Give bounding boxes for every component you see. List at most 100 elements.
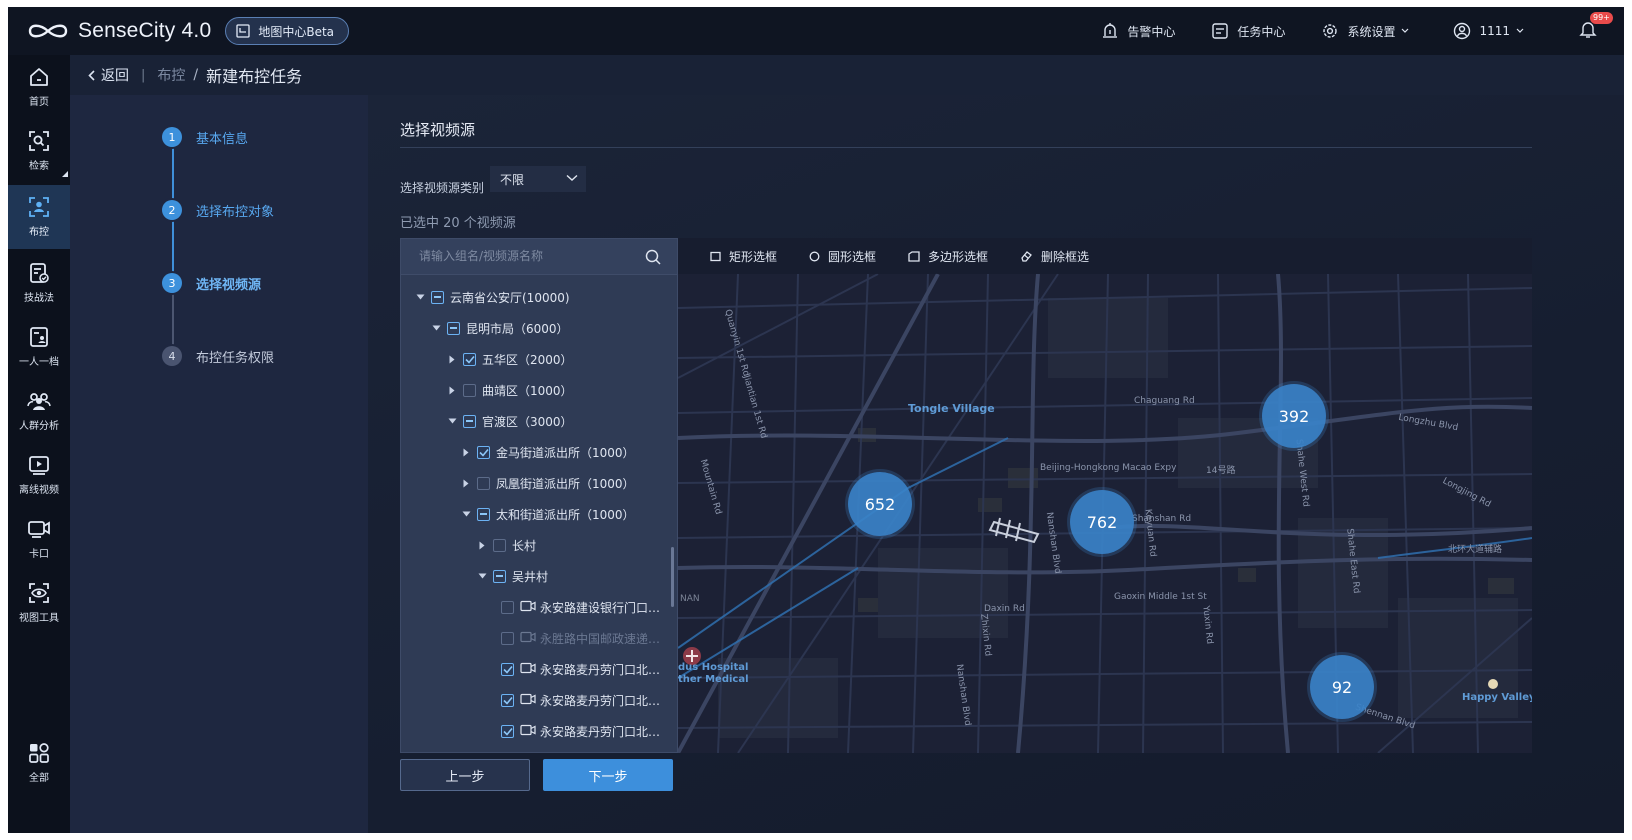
tree-node[interactable]: 吴井村 — [477, 564, 548, 588]
tree-checkbox[interactable] — [493, 538, 506, 552]
map-label: NAN — [680, 594, 700, 604]
tree-node[interactable]: 太和街道派出所（1000） — [461, 502, 635, 526]
offline-video-icon — [29, 456, 49, 475]
tree-checkbox[interactable] — [493, 569, 506, 583]
nav-item-home[interactable]: 首页 — [8, 57, 70, 117]
step-select-video-source[interactable]: 3 选择视频源 — [162, 273, 261, 293]
tree-node-label: 太和街道派出所（1000） — [496, 507, 635, 522]
expand-corner-icon — [62, 171, 68, 177]
tree-node-label: 永安路麦丹劳门口北… — [540, 662, 661, 677]
polygon-select-tool[interactable]: 多边形选框 — [908, 248, 988, 265]
tree-checkbox[interactable] — [431, 290, 444, 304]
tree-checkbox[interactable] — [463, 352, 476, 366]
map-label: dus Hospital — [678, 662, 749, 673]
nav-item-profile[interactable]: 一人一档 — [8, 317, 70, 377]
tree-node-label: 永安路麦丹劳门口北… — [540, 693, 661, 708]
tree-search-input[interactable] — [419, 239, 639, 273]
tree-checkbox[interactable] — [501, 631, 514, 645]
nav-label: 离线视频 — [19, 485, 59, 496]
caret-right-icon[interactable] — [477, 541, 487, 550]
caret-down-icon[interactable] — [415, 294, 425, 300]
tree-node[interactable]: 官渡区（3000） — [447, 409, 573, 433]
caret-down-icon[interactable] — [477, 573, 487, 579]
caret-down-icon[interactable] — [447, 418, 457, 424]
step-label: 基本信息 — [196, 131, 249, 147]
breadcrumb-parent[interactable]: 布控 — [157, 65, 185, 85]
tree-checkbox[interactable] — [477, 507, 490, 521]
tree-checkbox[interactable] — [463, 383, 476, 397]
tree-node[interactable]: 凤凰街道派出所（1000） — [461, 471, 635, 495]
next-step-button[interactable]: 下一步 — [543, 759, 673, 791]
caret-right-icon[interactable] — [447, 355, 457, 364]
camera-cluster-marker[interactable]: 392 — [1262, 384, 1326, 448]
tree-node[interactable]: 永安路建设银行门口… — [501, 595, 660, 619]
prev-step-button[interactable]: 上一步 — [400, 759, 530, 791]
tree-node-label: 吴井村 — [512, 569, 549, 584]
caret-down-icon[interactable] — [461, 511, 471, 517]
video-source-type-select[interactable]: 不限 — [490, 166, 586, 192]
nav-item-search[interactable]: 检索 — [8, 121, 70, 181]
tree-node[interactable]: 永安路麦丹劳门口北… — [501, 657, 660, 681]
tree-node[interactable]: 曲靖区（1000） — [447, 378, 573, 402]
caret-right-icon[interactable] — [461, 479, 471, 488]
circle-select-tool[interactable]: 圆形选框 — [809, 248, 876, 265]
tree-checkbox[interactable] — [501, 600, 514, 614]
nav-item-checkpoint[interactable]: 卡口 — [8, 509, 70, 569]
caret-down-icon[interactable] — [431, 325, 441, 331]
tree-checkbox[interactable] — [501, 724, 514, 738]
app-window: SenseCity 4.0 地图中心Beta 告警中心 任务中心 系统设置 11… — [8, 7, 1624, 833]
caret-right-icon[interactable] — [447, 386, 457, 395]
selected-count-text: 已选中 20 个视频源 — [400, 216, 516, 231]
nav-item-view-tool[interactable]: 视图工具 — [8, 573, 70, 633]
tree-node[interactable]: 金马街道派出所（1000） — [461, 440, 635, 464]
tree-checkbox[interactable] — [501, 693, 514, 707]
tree-search-bar — [401, 239, 677, 275]
tree-node[interactable]: 云南省公安厅(10000) — [415, 285, 570, 309]
alarm-center-button[interactable]: 告警中心 — [1101, 22, 1175, 40]
view-tool-icon — [29, 583, 49, 603]
tree-checkbox[interactable] — [477, 476, 490, 490]
tree-node[interactable]: 长村 — [477, 533, 536, 557]
tree-checkbox[interactable] — [463, 414, 476, 428]
map-view[interactable]: Tongle Village Chaguang Rd Beijing-Hongk… — [678, 238, 1532, 753]
nav-item-monitor[interactable]: 布控 — [8, 185, 70, 249]
step-select-target[interactable]: 2 选择布控对象 — [162, 200, 274, 220]
tree-checkbox[interactable] — [447, 321, 460, 335]
system-settings-menu[interactable]: 系统设置 — [1321, 22, 1417, 40]
user-menu[interactable]: 1111 — [1453, 22, 1532, 40]
nav-item-crowd-analysis[interactable]: 人群分析 — [8, 381, 70, 441]
back-label: 返回 — [101, 68, 129, 84]
nav-item-all[interactable]: 全部 — [8, 733, 70, 793]
back-link[interactable]: 返回 — [88, 65, 129, 85]
circle-icon — [809, 251, 820, 261]
tree-node[interactable]: 永安路麦丹劳门口北… — [501, 719, 660, 743]
notification-button[interactable]: 99+ — [1578, 12, 1613, 43]
tree-checkbox[interactable] — [477, 445, 490, 459]
camera-cluster-marker[interactable]: 652 — [848, 472, 912, 536]
map-label: 14号路 — [1206, 466, 1236, 476]
step-number: 3 — [162, 273, 182, 293]
nav-label: 视图工具 — [19, 613, 59, 624]
camera-cluster-marker[interactable]: 762 — [1070, 490, 1134, 554]
map-center-beta-button[interactable]: 地图中心Beta — [225, 17, 350, 45]
nav-item-tactics[interactable]: 技战法 — [8, 253, 70, 313]
map-selection-toolbar: 矩形选框 圆形选框 多边形选框 删除框选 — [678, 238, 1532, 274]
tree-node[interactable]: 永安路麦丹劳门口北… — [501, 688, 660, 712]
rect-select-tool[interactable]: 矩形选框 — [710, 248, 777, 265]
checkpoint-camera-icon — [28, 521, 50, 538]
delete-selection-tool[interactable]: 删除框选 — [1020, 248, 1089, 265]
caret-right-icon[interactable] — [461, 448, 471, 457]
tree-checkbox[interactable] — [501, 662, 514, 676]
camera-cluster-marker[interactable]: 92 — [1310, 655, 1374, 719]
task-center-button[interactable]: 任务中心 — [1211, 22, 1285, 40]
all-apps-icon — [29, 743, 49, 763]
search-icon[interactable] — [645, 249, 661, 265]
step-basic-info[interactable]: 1 基本信息 — [162, 127, 248, 147]
logo[interactable]: SenseCity 4.0 — [26, 19, 211, 43]
tree-scrollbar-thumb[interactable] — [671, 547, 674, 607]
tree-node[interactable]: 昆明市局（6000） — [431, 316, 569, 340]
tree-node[interactable]: 五华区（2000） — [447, 347, 573, 371]
nav-item-offline-video[interactable]: 离线视频 — [8, 445, 70, 505]
step-task-permission[interactable]: 4 布控任务权限 — [162, 346, 274, 366]
tree-node[interactable]: 永胜路中国邮政速递… — [501, 626, 660, 650]
